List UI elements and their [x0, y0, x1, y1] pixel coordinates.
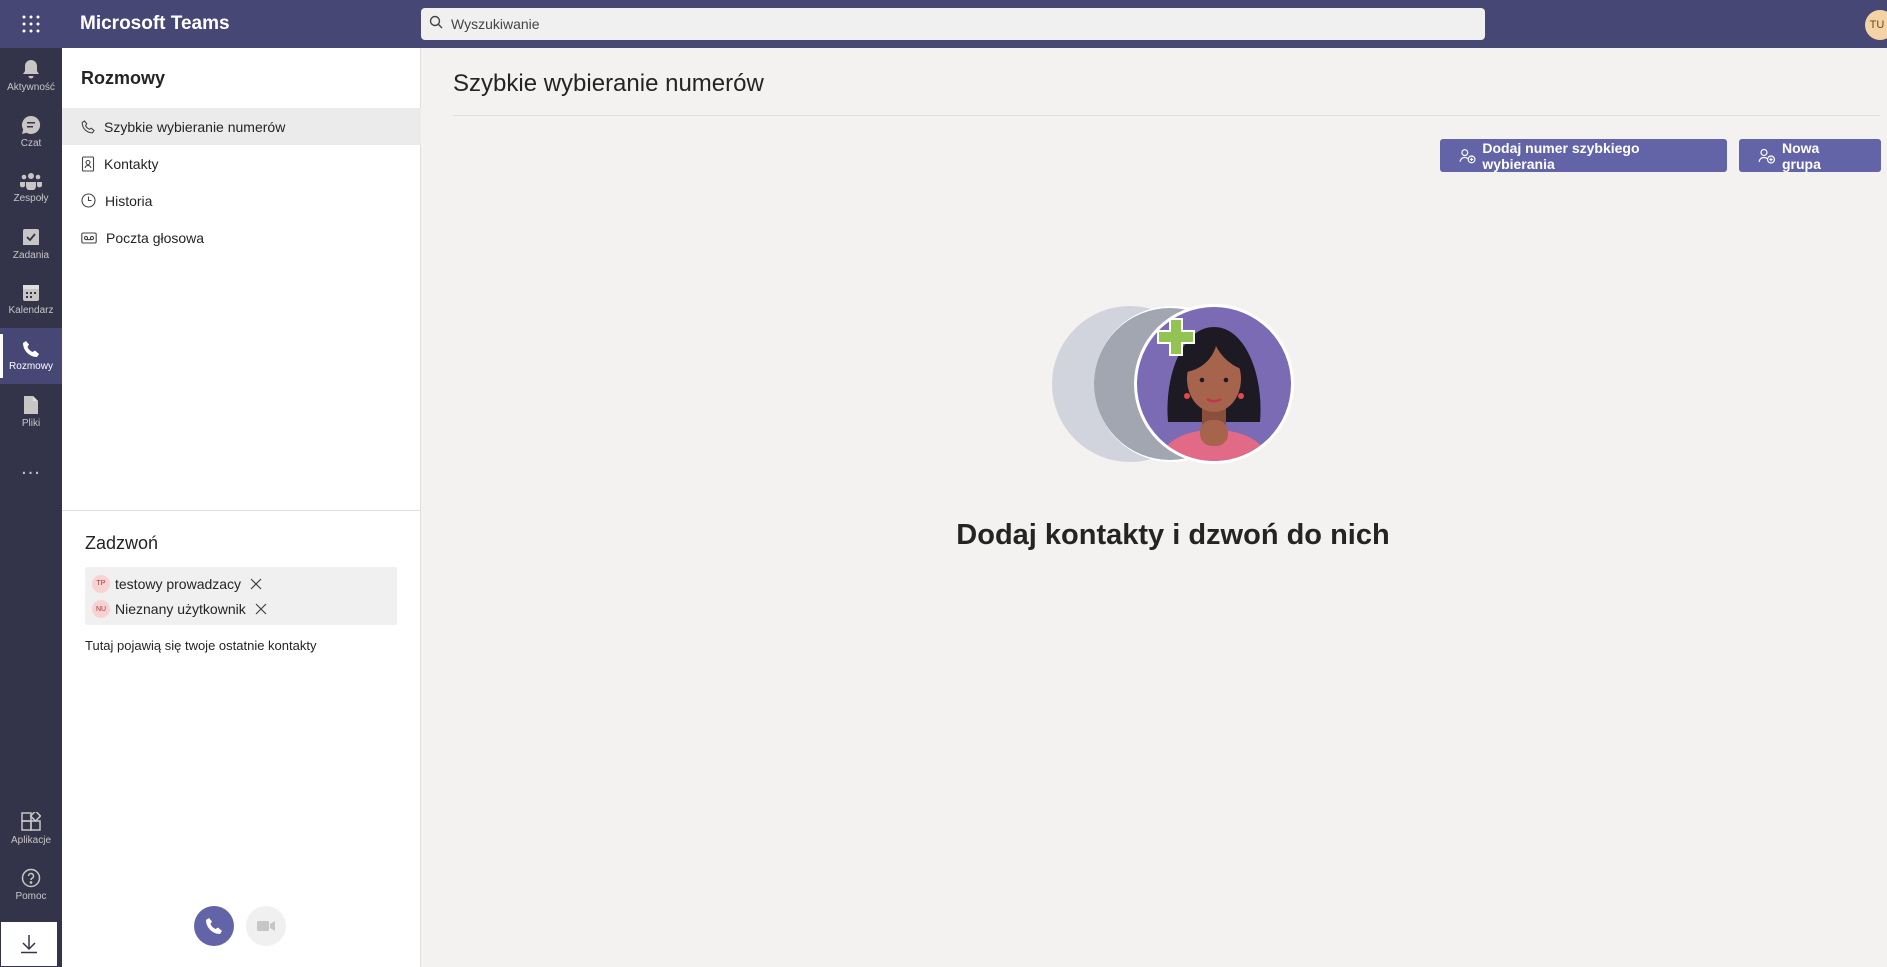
- bell-icon: [23, 60, 39, 79]
- search-bar[interactable]: [421, 8, 1485, 40]
- rail-label: Aplikacje: [10, 835, 52, 846]
- empty-state-illustration: [1052, 304, 1294, 464]
- phone-icon: [23, 341, 39, 357]
- avatar: NU: [92, 600, 110, 618]
- download-icon: [21, 935, 37, 954]
- nav-label: Szybkie wybieranie numerów: [104, 118, 286, 135]
- contacts-icon: [81, 155, 95, 172]
- empty-state-title: Dodaj kontakty i dzwoń do nich: [956, 519, 1390, 551]
- video-camera-icon: [257, 921, 275, 931]
- video-call-button[interactable]: [246, 906, 286, 946]
- pane-title: Rozmowy: [81, 68, 166, 88]
- rail-item-activity[interactable]: Aktywność: [0, 48, 62, 104]
- rail-label: Czat: [20, 138, 42, 149]
- rail-item-teams[interactable]: Zespoły: [0, 160, 62, 216]
- rail-item-calls[interactable]: Rozmowy: [0, 328, 62, 384]
- add-group-icon: [1758, 148, 1776, 164]
- help-icon: [21, 868, 41, 888]
- phone-icon: [206, 918, 222, 934]
- app-launcher-icon[interactable]: [0, 0, 62, 48]
- recipient-chip: NU Nieznany użytkownik: [92, 599, 273, 619]
- rail-item-calendar[interactable]: Kalendarz: [0, 272, 62, 328]
- nav-label: Kontakty: [104, 155, 159, 172]
- audio-call-button[interactable]: [194, 906, 234, 946]
- rail-label: Pliki: [21, 418, 41, 429]
- search-input[interactable]: [451, 16, 1351, 32]
- download-button[interactable]: [0, 921, 58, 967]
- add-person-icon: [1459, 148, 1476, 163]
- rail-item-files[interactable]: Pliki: [0, 384, 62, 440]
- new-group-button[interactable]: Nowa grupa: [1739, 139, 1881, 172]
- chat-icon: [21, 115, 41, 134]
- rail-label: Kalendarz: [8, 305, 54, 316]
- top-bar: Microsoft Teams TU: [0, 0, 1887, 48]
- rail-item-tasks[interactable]: Zadania: [0, 216, 62, 272]
- nav-item-speed-dial[interactable]: Szybkie wybieranie numerów: [62, 108, 421, 145]
- phone-icon: [81, 119, 95, 133]
- chip-label: testowy prowadzacy: [115, 575, 242, 592]
- calls-nav: Szybkie wybieranie numerów Kontakty Hist…: [62, 108, 421, 256]
- pane-divider: [62, 510, 421, 511]
- apps-icon: [21, 812, 41, 831]
- avatar: TP: [92, 574, 110, 593]
- rail-item-help[interactable]: Pomoc: [0, 857, 62, 913]
- nav-item-contacts[interactable]: Kontakty: [62, 145, 421, 182]
- nav-label: Historia: [105, 192, 153, 209]
- button-label: Dodaj numer szybkiego wybierania: [1482, 139, 1640, 172]
- voicemail-icon: [81, 231, 97, 244]
- rail-label: Zadania: [12, 250, 50, 261]
- rail-label: Aktywność: [7, 82, 55, 93]
- add-speed-dial-button[interactable]: Dodaj numer szybkiego wybierania: [1440, 139, 1727, 172]
- rail-item-apps[interactable]: Aplikacje: [0, 801, 62, 857]
- app-title: Microsoft Teams: [80, 13, 230, 34]
- clock-icon: [81, 193, 96, 208]
- rail-label: Rozmowy: [9, 361, 53, 372]
- close-icon[interactable]: [255, 603, 267, 615]
- nav-label: Poczta głosowa: [106, 229, 205, 246]
- rail-item-chat[interactable]: Czat: [0, 104, 62, 160]
- recipient-chip: TP testowy prowadzacy: [92, 574, 268, 594]
- call-recipients-field[interactable]: TP testowy prowadzacy NU Nieznany użytko…: [85, 567, 397, 625]
- nav-item-voicemail[interactable]: Poczta głosowa: [62, 219, 421, 256]
- chip-label: Nieznany użytkownik: [115, 601, 246, 617]
- user-avatar[interactable]: TU: [1865, 10, 1887, 40]
- close-icon[interactable]: [250, 578, 262, 590]
- search-icon: [429, 15, 443, 34]
- teams-icon: [20, 173, 42, 190]
- rail-item-more[interactable]: ...: [0, 440, 62, 496]
- button-label: Nowa grupa: [1781, 139, 1821, 172]
- file-icon: [24, 396, 38, 414]
- title-divider: [453, 115, 1880, 116]
- recent-contacts-hint: Tutaj pojawią się twoje ostatnie kontakt…: [85, 638, 317, 653]
- nav-item-history[interactable]: Historia: [62, 182, 421, 219]
- more-icon: ...: [21, 456, 41, 479]
- call-title: Zadzwoń: [85, 533, 159, 553]
- app-rail: Aktywność Czat Zespoły Zadania Kalendarz…: [0, 48, 62, 967]
- rail-label: Zespoły: [13, 193, 49, 204]
- page-title: Szybkie wybieranie numerów: [453, 70, 764, 97]
- tasks-icon: [23, 229, 39, 245]
- calendar-icon: [23, 285, 39, 301]
- calls-pane: Rozmowy Szybkie wybieranie numerów Konta…: [62, 48, 421, 967]
- rail-label: Pomoc: [15, 891, 47, 902]
